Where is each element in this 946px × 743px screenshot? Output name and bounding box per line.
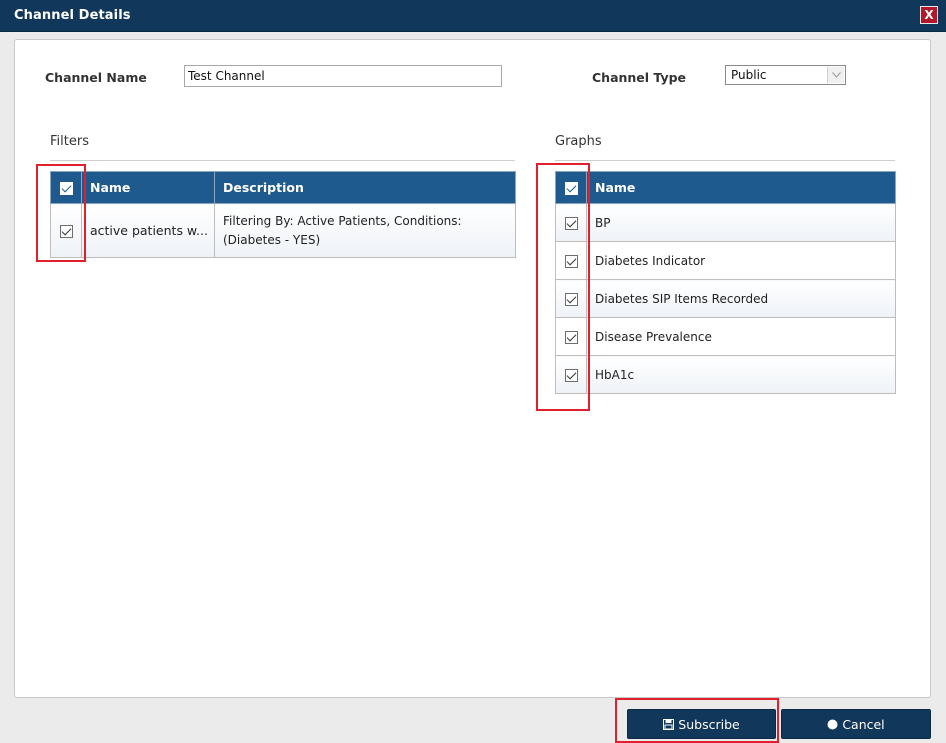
subscribe-label: Subscribe [678, 716, 740, 732]
filters-col-description[interactable]: Description [214, 171, 516, 204]
graphs-divider [555, 160, 895, 161]
filters-title: Filters [50, 134, 89, 149]
filter-name: active patients w... [81, 203, 215, 258]
filters-col-name[interactable]: Name [81, 171, 215, 204]
close-button[interactable]: X [920, 6, 938, 24]
table-row[interactable]: HbA1c [555, 355, 896, 394]
graph-name: HbA1c [586, 355, 896, 394]
channel-type-value: Public [731, 68, 767, 82]
channel-type-select[interactable]: Public [725, 65, 846, 85]
channel-name-input[interactable] [184, 65, 502, 87]
dialog-titlebar: Channel Details X [0, 0, 946, 32]
subscribe-button[interactable]: Subscribe [627, 709, 776, 739]
table-row[interactable]: active patients w... Filtering By: Activ… [50, 203, 516, 258]
channel-name-label: Channel Name [45, 70, 147, 85]
cancel-button[interactable]: Cancel [781, 709, 931, 739]
close-icon: X [924, 8, 934, 22]
filter-description: Filtering By: Active Patients, Condition… [214, 203, 516, 258]
graph-name: Disease Prevalence [586, 317, 896, 356]
table-row[interactable]: Diabetes Indicator [555, 241, 896, 280]
save-icon [663, 718, 675, 730]
filter-description-line: (Diabetes - YES) [223, 232, 321, 247]
table-row[interactable]: BP [555, 203, 896, 242]
graph-name: Diabetes Indicator [586, 241, 896, 280]
cancel-label: Cancel [842, 716, 885, 732]
filters-table: Name Description active patients w... Fi… [50, 171, 516, 258]
channel-type-label: Channel Type [592, 70, 687, 85]
highlight-box [536, 163, 590, 411]
filters-divider [50, 160, 515, 161]
table-row[interactable]: Disease Prevalence [555, 317, 896, 356]
graphs-col-name[interactable]: Name [586, 171, 896, 204]
filter-description-line: Filtering By: Active Patients, Condition… [223, 213, 462, 228]
graphs-title: Graphs [555, 134, 602, 149]
dialog-title: Channel Details [14, 8, 131, 23]
chevron-down-icon[interactable] [827, 67, 844, 83]
graph-name: Diabetes SIP Items Recorded [586, 279, 896, 318]
highlight-box [36, 164, 86, 262]
graphs-table: Name BP Diabetes Indicator Diabetes SIP … [555, 171, 896, 394]
circle-icon [827, 719, 838, 730]
table-row[interactable]: Diabetes SIP Items Recorded [555, 279, 896, 318]
graph-name: BP [586, 203, 896, 242]
